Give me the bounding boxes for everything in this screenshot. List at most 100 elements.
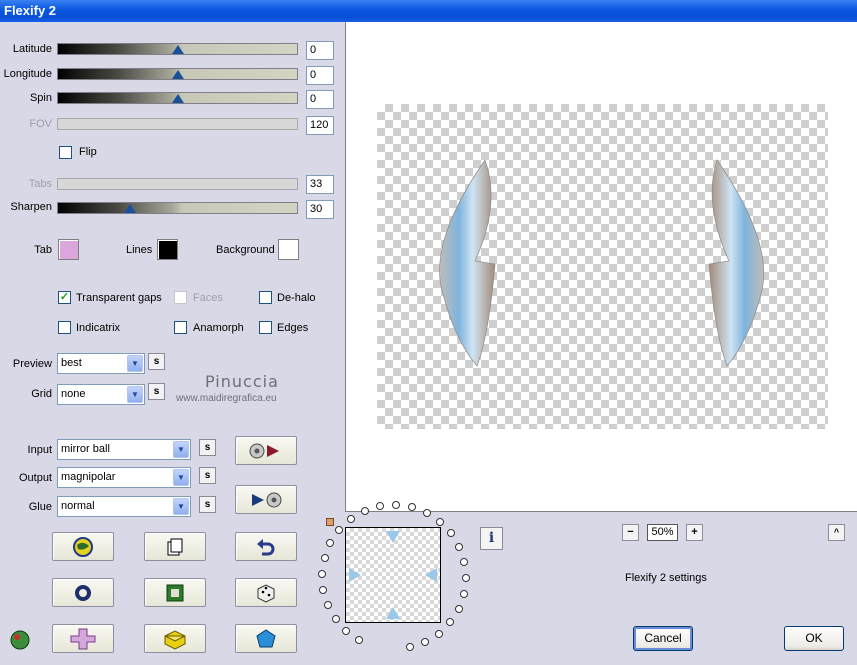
navigator-ring-dot[interactable] (454, 604, 463, 613)
copy-button[interactable] (144, 532, 206, 561)
dice-icon (257, 583, 275, 603)
glue-select-value: normal (61, 500, 95, 512)
navigator-ring-dot[interactable] (355, 636, 364, 645)
grid-s-button[interactable]: s (148, 383, 165, 400)
longitude-value[interactable]: 0 (306, 66, 334, 85)
input-select-value: mirror ball (61, 443, 110, 455)
spin-value[interactable]: 0 (306, 90, 334, 109)
indicatrix-checkbox[interactable] (58, 321, 71, 334)
cube-button[interactable] (144, 624, 206, 653)
latitude-slider[interactable] (57, 43, 298, 55)
navigator-ring-dot[interactable] (335, 526, 344, 535)
cross-icon (70, 628, 96, 649)
navigator-ring-dot[interactable] (320, 554, 329, 563)
output-s-button[interactable]: s (199, 467, 216, 484)
plugin-logo-icon (8, 627, 32, 654)
sphere-to-plane-icon (249, 443, 279, 458)
navigator-ring-dot[interactable] (445, 618, 454, 627)
spin-label: Spin (29, 92, 52, 104)
tabs-value[interactable]: 33 (306, 175, 334, 194)
navigator-ring-dot[interactable] (459, 589, 468, 598)
sharpen-slider[interactable] (57, 202, 298, 214)
lines-color-swatch[interactable] (157, 239, 178, 260)
navigator-ring-dot[interactable] (318, 569, 327, 578)
spin-slider-thumb[interactable] (171, 94, 184, 103)
navigator-handle[interactable] (326, 518, 334, 526)
preview-canvas[interactable] (377, 104, 828, 429)
zoom-out-button[interactable]: − (622, 524, 639, 541)
flip-checkbox[interactable] (59, 146, 72, 159)
lines-color-label: Lines (126, 244, 153, 256)
collapse-button[interactable]: ^ (828, 524, 845, 541)
latitude-value[interactable]: 0 (306, 41, 334, 60)
frame-button[interactable] (144, 578, 206, 607)
preview-s-button[interactable]: s (148, 353, 165, 370)
forward-convert-button[interactable] (235, 436, 297, 465)
output-select[interactable]: magnipolar ▼ (57, 467, 191, 488)
faces-label: Faces (193, 292, 223, 304)
glue-select[interactable]: normal ▼ (57, 496, 191, 517)
navigator-ring-dot[interactable] (422, 508, 431, 517)
navigator-ring-dot[interactable] (447, 529, 456, 538)
cross-button[interactable] (52, 624, 114, 653)
navigator-ring-dot[interactable] (323, 601, 332, 610)
navigator-ring-dot[interactable] (326, 539, 335, 548)
title-bar: Flexify 2 (0, 0, 857, 22)
input-label: Input (27, 444, 52, 456)
background-color-swatch[interactable] (278, 239, 299, 260)
tab-color-swatch[interactable] (58, 239, 79, 260)
navigator-ring-dot[interactable] (405, 643, 414, 652)
latitude-slider-thumb[interactable] (171, 45, 184, 54)
navigator-ring-dot[interactable] (434, 629, 443, 638)
preview-select[interactable]: best ▼ (57, 353, 145, 374)
grid-label: Grid (31, 388, 52, 400)
navigator-ring-dot[interactable] (420, 637, 429, 646)
faces-checkbox (174, 291, 187, 304)
output-select-value: magnipolar (61, 471, 116, 483)
frame-icon (166, 584, 184, 601)
output-label: Output (18, 472, 52, 484)
zoom-level: 50% (647, 524, 678, 541)
sharpen-slider-thumb[interactable] (123, 204, 136, 213)
cancel-button[interactable]: Cancel (633, 626, 693, 651)
status-text: Flexify 2 settings (625, 572, 707, 584)
glue-label: Glue (28, 501, 52, 513)
ring-button[interactable] (52, 578, 114, 607)
pentagon-button[interactable] (235, 624, 297, 653)
navigator-ring-dot[interactable] (319, 585, 328, 594)
navigator-ring-dot[interactable] (331, 615, 340, 624)
fov-value[interactable]: 120 (306, 116, 334, 135)
navigator-ring-dot[interactable] (455, 542, 464, 551)
reverse-convert-button[interactable] (235, 485, 297, 514)
de-halo-checkbox[interactable] (259, 291, 272, 304)
edges-checkbox[interactable] (259, 321, 272, 334)
navigator-ring-dot[interactable] (436, 517, 445, 526)
info-button[interactable]: i (480, 527, 503, 550)
plane-to-sphere-icon (252, 492, 282, 507)
longitude-slider-thumb[interactable] (171, 70, 184, 79)
input-s-button[interactable]: s (199, 439, 216, 456)
copy-icon (167, 538, 183, 555)
navigator-image (349, 531, 437, 619)
navigator-ring-dot[interactable] (347, 515, 356, 524)
dice-button[interactable] (235, 578, 297, 607)
zoom-in-button[interactable]: + (686, 524, 703, 541)
sharpen-value[interactable]: 30 (306, 200, 334, 219)
transparent-gaps-checkbox[interactable]: ✓ (58, 291, 71, 304)
spin-slider[interactable] (57, 92, 298, 104)
navigator-ring-dot[interactable] (460, 558, 469, 567)
anamorph-checkbox[interactable] (174, 321, 187, 334)
navigator-ring-dot[interactable] (360, 507, 369, 516)
navigator-thumbnail[interactable] (345, 527, 441, 623)
longitude-slider[interactable] (57, 68, 298, 80)
fov-slider (57, 118, 298, 130)
glue-s-button[interactable]: s (199, 496, 216, 513)
grid-select[interactable]: none ▼ (57, 384, 145, 405)
tabs-label: Tabs (28, 178, 52, 190)
undo-button[interactable] (235, 532, 297, 561)
input-select[interactable]: mirror ball ▼ (57, 439, 191, 460)
navigator-ring-dot[interactable] (342, 626, 351, 635)
ok-button[interactable]: OK (784, 626, 844, 651)
navigator-ring-dot[interactable] (461, 574, 470, 583)
randomize-button[interactable] (52, 532, 114, 561)
